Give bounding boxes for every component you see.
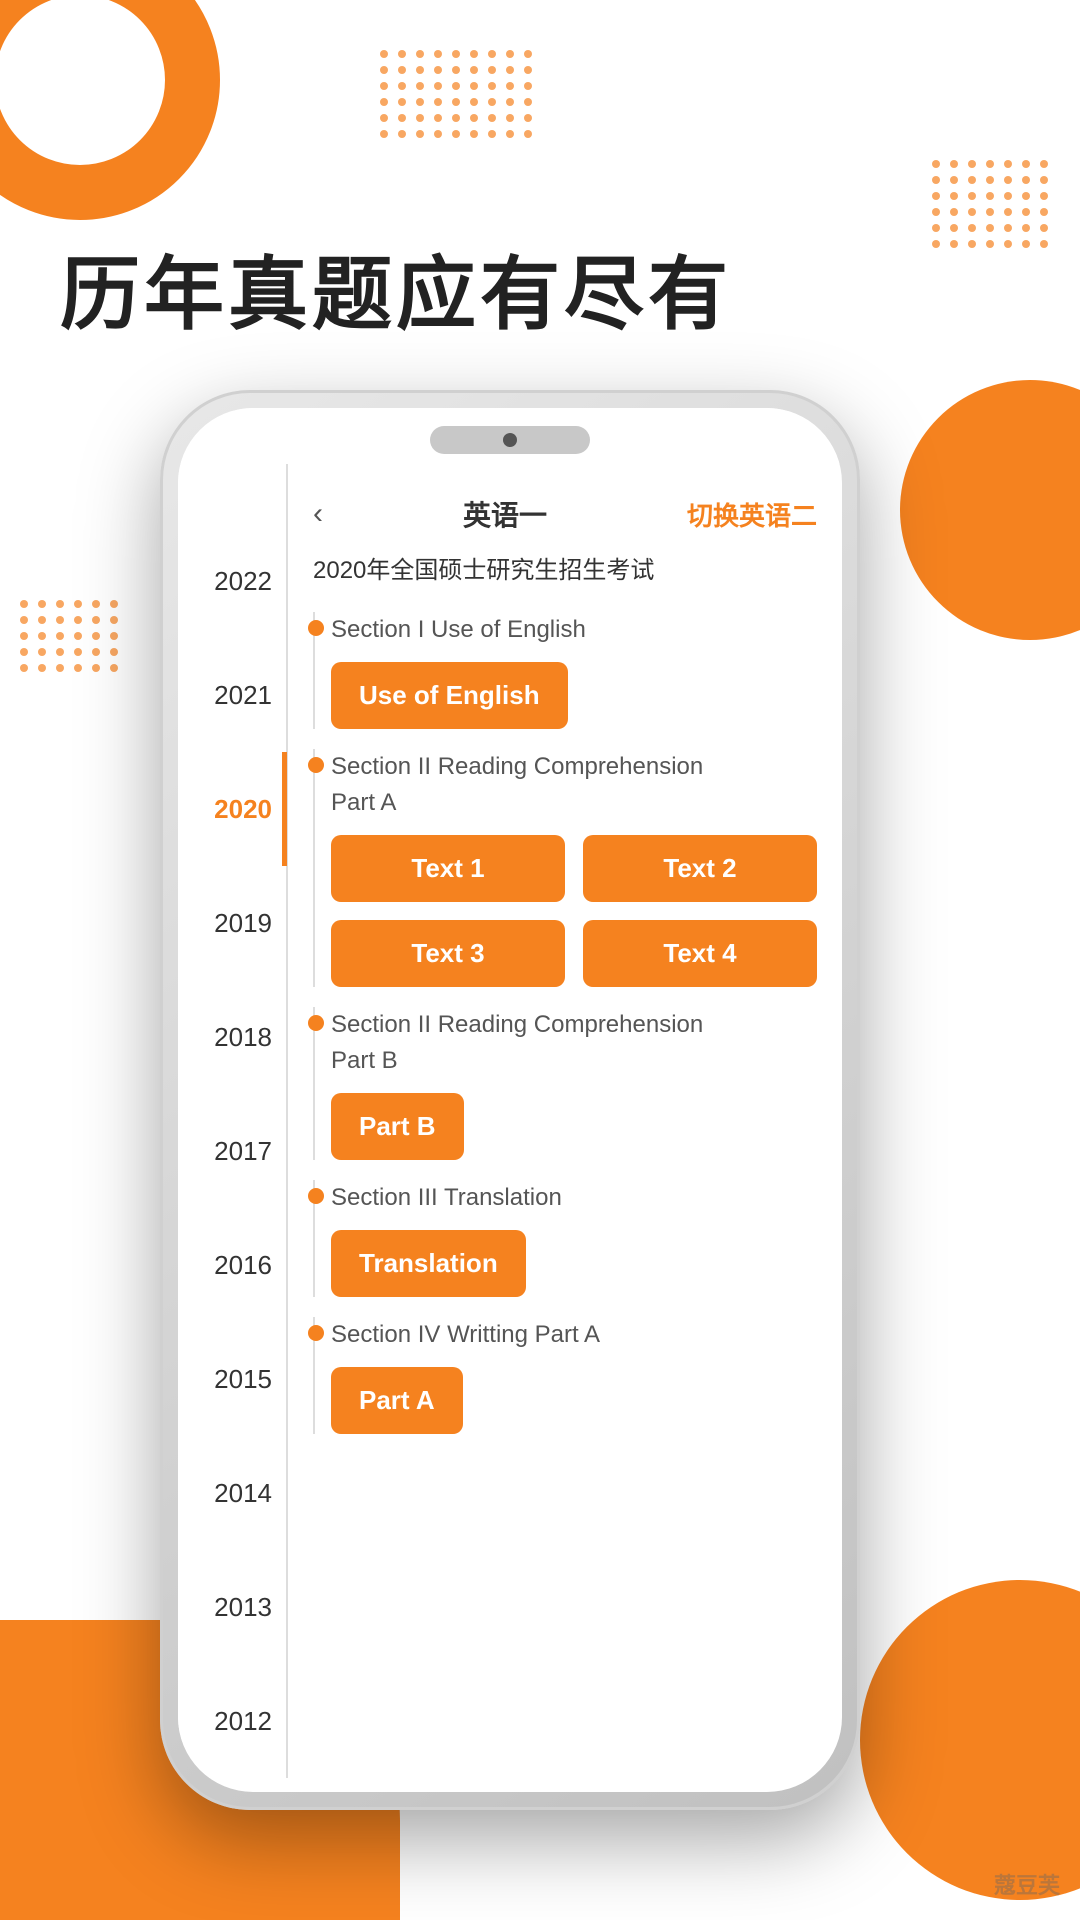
bg-dots-right: document.write(Array(42).fill('<div clas… <box>932 160 1050 248</box>
section-2a-timeline-dot <box>308 757 324 773</box>
section-2b-label: Section II Reading ComprehensionPart B <box>331 1007 817 1079</box>
year-item-2018[interactable]: 2018 <box>178 980 287 1094</box>
section-3-label: Section III Translation <box>331 1180 817 1216</box>
year-item-2015[interactable]: 2015 <box>178 1322 287 1436</box>
part-b-button[interactable]: Part B <box>331 1093 464 1160</box>
watermark: 蔻豆芙 <box>994 1868 1060 1900</box>
section-2b-block: Section II Reading ComprehensionPart B P… <box>313 1007 817 1160</box>
phone-mockup: 2022 2021 2020 2019 2018 2017 2016 2015 … <box>80 390 940 1870</box>
phone-notch-bar <box>178 408 842 464</box>
translation-button[interactable]: Translation <box>331 1230 526 1297</box>
text-2-button[interactable]: Text 2 <box>583 835 817 902</box>
section-2a-buttons: Text 1 Text 2 Text 3 Text 4 <box>331 835 817 987</box>
year-item-2013[interactable]: 2013 <box>178 1550 287 1664</box>
phone-outer-shell: 2022 2021 2020 2019 2018 2017 2016 2015 … <box>160 390 860 1810</box>
section-1-timeline-dot <box>308 620 324 636</box>
section-1-label: Section I Use of English <box>331 612 817 648</box>
switch-subject-button[interactable]: 切换英语二 <box>687 496 817 533</box>
section-2a-block: Section II Reading ComprehensionPart A T… <box>313 749 817 987</box>
year-item-2017[interactable]: 2017 <box>178 1094 287 1208</box>
section-3-timeline-dot <box>308 1188 324 1204</box>
year-item-2021[interactable]: 2021 <box>178 638 287 752</box>
section-4-block: Section IV Writting Part A Part A <box>313 1317 817 1434</box>
text-4-button[interactable]: Text 4 <box>583 920 817 987</box>
section-4-timeline-dot <box>308 1325 324 1341</box>
section-3-buttons: Translation <box>331 1230 817 1297</box>
part-a-button[interactable]: Part A <box>331 1367 463 1434</box>
phone-screen-content: 2022 2021 2020 2019 2018 2017 2016 2015 … <box>178 464 842 1778</box>
section-3-block: Section III Translation Translation <box>313 1180 817 1297</box>
exam-title: 2020年全国硕士研究生招生考试 <box>313 554 817 588</box>
page-headline: 历年真题应有尽有 <box>60 230 732 346</box>
section-1-block: Section I Use of English Use of English <box>313 612 817 729</box>
section-2b-buttons: Part B <box>331 1093 817 1160</box>
use-of-english-button[interactable]: Use of English <box>331 662 568 729</box>
section-2b-timeline-dot <box>308 1015 324 1031</box>
section-1-buttons: Use of English <box>331 662 817 729</box>
year-item-2014[interactable]: 2014 <box>178 1436 287 1550</box>
content-header: ‹ 英语一 切换英语二 <box>313 494 817 534</box>
phone-screen-area: 2022 2021 2020 2019 2018 2017 2016 2015 … <box>178 408 842 1792</box>
section-2a-label: Section II Reading ComprehensionPart A <box>331 749 817 821</box>
content-area: ‹ 英语一 切换英语二 2020年全国硕士研究生招生考试 Section I U… <box>288 464 842 1778</box>
year-sidebar: 2022 2021 2020 2019 2018 2017 2016 2015 … <box>178 464 288 1778</box>
year-active-bar <box>282 752 287 866</box>
text-1-button[interactable]: Text 1 <box>331 835 565 902</box>
back-button[interactable]: ‹ <box>313 497 323 531</box>
text-3-button[interactable]: Text 3 <box>331 920 565 987</box>
section-4-buttons: Part A <box>331 1367 817 1434</box>
phone-camera <box>503 433 517 447</box>
subject-title: 英语一 <box>463 494 547 534</box>
year-item-2016[interactable]: 2016 <box>178 1208 287 1322</box>
section-4-label: Section IV Writting Part A <box>331 1317 817 1353</box>
phone-notch <box>430 426 590 454</box>
year-item-2020[interactable]: 2020 <box>178 752 287 866</box>
bg-circle-top-left <box>0 0 220 220</box>
year-item-2022[interactable]: 2022 <box>178 524 287 638</box>
year-item-2019[interactable]: 2019 <box>178 866 287 980</box>
bg-dots-top-center: document.write(Array(54).fill('<div clas… <box>380 50 534 138</box>
year-item-2012[interactable]: 2012 <box>178 1664 287 1778</box>
